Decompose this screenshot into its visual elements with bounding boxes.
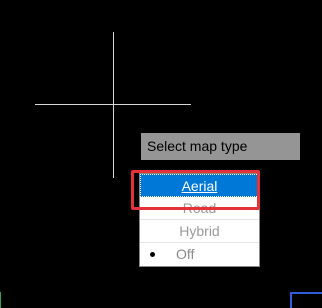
menu-item-label: Hybrid [179,223,220,239]
map-type-tooltip: Select map type [141,133,300,160]
bullet-icon [150,252,155,257]
menu-item-off[interactable]: Off [140,243,259,266]
map-type-menu: Aerial Road Hybrid Off [139,173,260,267]
menu-item-aerial[interactable]: Aerial [140,174,259,197]
crosshair-vertical-icon [113,32,114,178]
menu-item-label: Road [182,200,217,216]
menu-item-label: Aerial [181,178,218,194]
map-edge-right [290,292,322,308]
crosshair-horizontal-icon [35,104,191,105]
menu-item-road[interactable]: Road [140,197,259,220]
map-canvas[interactable]: Select map type Aerial Road Hybrid Off [0,0,322,308]
map-edge-left [0,292,6,308]
menu-item-label: Off [176,246,195,262]
menu-item-hybrid[interactable]: Hybrid [140,220,259,243]
